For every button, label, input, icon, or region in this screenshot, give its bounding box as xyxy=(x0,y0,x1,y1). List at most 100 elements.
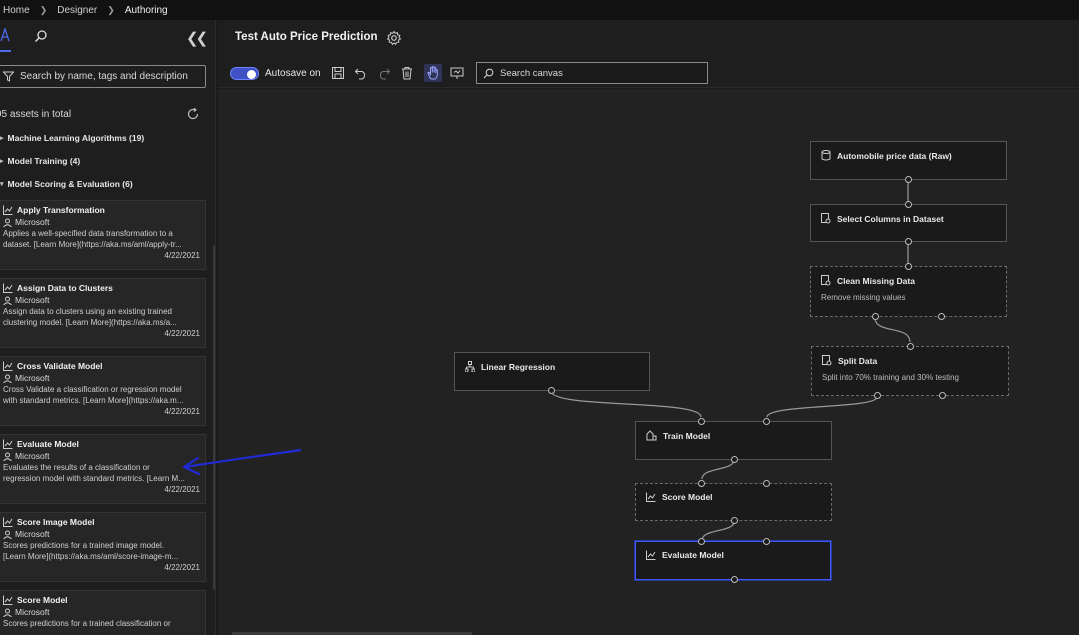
asset-date: 4/22/2021 xyxy=(164,485,200,494)
input-port[interactable] xyxy=(698,480,705,487)
output-port[interactable] xyxy=(872,313,879,320)
asset-title: Apply Transformation xyxy=(17,205,105,215)
node-title: Automobile price data (Raw) xyxy=(837,150,952,161)
node-subtitle: Remove missing values xyxy=(821,293,906,302)
node-automobile-price-data[interactable]: Automobile price data (Raw) xyxy=(810,141,1007,183)
input-port[interactable] xyxy=(763,418,770,425)
asset-list-scrollbar[interactable] xyxy=(213,245,215,590)
output-port[interactable] xyxy=(905,238,912,245)
asset-publisher: Microsoft xyxy=(15,373,50,383)
canvas-search-placeholder: Search canvas xyxy=(500,67,563,79)
breadcrumb-designer[interactable]: Designer xyxy=(57,5,97,16)
person-icon xyxy=(3,608,12,617)
input-port[interactable] xyxy=(905,201,912,208)
input-port[interactable] xyxy=(763,538,770,545)
asset-description: clustering model. [Learn More](https://a… xyxy=(3,318,177,327)
asset-publisher: Microsoft xyxy=(15,217,50,227)
module-icon xyxy=(3,595,13,605)
category-model-scoring-evaluation[interactable]: ▾ Model Scoring & Evaluation (6) xyxy=(0,179,133,189)
undo-icon[interactable] xyxy=(354,66,368,80)
node-evaluate-model[interactable]: Evaluate Model xyxy=(635,538,831,583)
node-title: Train Model xyxy=(663,430,711,441)
output-port[interactable] xyxy=(731,576,738,583)
output-port[interactable] xyxy=(938,313,945,320)
chevron-down-icon: ▾ xyxy=(0,181,4,188)
pipeline-header: Test Auto Price Prediction xyxy=(218,20,1079,58)
chevron-right-icon: ❯ xyxy=(107,4,115,15)
node-split-data[interactable]: Split Data Split into 70% training and 3… xyxy=(811,343,1009,399)
asset-publisher: Microsoft xyxy=(15,607,50,617)
node-clean-missing-data[interactable]: Clean Missing Data Remove missing values xyxy=(810,263,1007,320)
connection-line xyxy=(550,390,702,418)
collapse-panel-button[interactable]: ❮❮ xyxy=(186,29,208,47)
asset-library-icon xyxy=(0,26,10,42)
input-port[interactable] xyxy=(698,538,705,545)
node-score-model[interactable]: Score Model xyxy=(635,480,832,524)
node-title: Select Columns in Dataset xyxy=(837,213,944,224)
delete-icon[interactable] xyxy=(400,66,414,80)
asset-description: dataset. [Learn More](https://aka.ms/aml… xyxy=(3,240,182,249)
train-icon xyxy=(646,430,657,441)
asset-date: 4/22/2021 xyxy=(164,251,200,260)
asset-card-apply-transformation[interactable]: Apply Transformation Microsoft Applies a… xyxy=(0,200,206,270)
connection-line xyxy=(766,396,878,418)
asset-card-cross-validate-model[interactable]: Cross Validate Model Microsoft Cross Val… xyxy=(0,356,206,426)
category-model-training[interactable]: ▸ Model Training (4) xyxy=(0,156,80,166)
input-port[interactable] xyxy=(905,263,912,270)
node-train-model[interactable]: Train Model xyxy=(635,418,832,463)
double-chevron-left-icon: ❮❮ xyxy=(186,30,208,47)
autosave-toggle[interactable] xyxy=(230,67,259,80)
asset-publisher: Microsoft xyxy=(15,451,50,461)
module-icon xyxy=(3,205,13,215)
module-icon xyxy=(3,283,13,293)
input-port[interactable] xyxy=(698,418,705,425)
output-port[interactable] xyxy=(939,392,946,399)
presentation-icon[interactable] xyxy=(450,66,464,80)
module-icon xyxy=(646,550,656,560)
module-icon xyxy=(3,517,13,527)
asset-card-score-image-model[interactable]: Score Image Model Microsoft Scores predi… xyxy=(0,512,206,582)
node-linear-regression[interactable]: Linear Regression xyxy=(454,352,650,394)
node-title: Score Model xyxy=(662,492,713,502)
person-icon xyxy=(3,452,12,461)
node-select-columns-in-dataset[interactable]: Select Columns in Dataset xyxy=(810,201,1007,245)
asset-card-assign-data-to-clusters[interactable]: Assign Data to Clusters Microsoft Assign… xyxy=(0,278,206,348)
tab-asset-library[interactable] xyxy=(0,26,12,52)
asset-card-score-model[interactable]: Score Model Microsoft Scores predictions… xyxy=(0,590,206,635)
asset-date: 4/22/2021 xyxy=(164,563,200,572)
output-port[interactable] xyxy=(874,392,881,399)
asset-search-placeholder: Search by name, tags and description xyxy=(20,71,188,82)
page-title: Test Auto Price Prediction xyxy=(235,31,378,43)
module-icon xyxy=(3,361,13,371)
pan-hand-icon[interactable] xyxy=(424,64,442,82)
redo-icon[interactable] xyxy=(377,66,391,80)
output-port[interactable] xyxy=(731,456,738,463)
dataset-icon xyxy=(821,150,831,161)
save-icon[interactable] xyxy=(331,66,345,80)
asset-search-input[interactable]: Search by name, tags and description xyxy=(0,65,206,88)
refresh-icon[interactable] xyxy=(186,107,200,121)
category-machine-learning-algorithms[interactable]: ▸ Machine Learning Algorithms (19) xyxy=(0,133,144,143)
canvas-search-input[interactable]: Search canvas xyxy=(476,62,708,84)
output-port[interactable] xyxy=(731,517,738,524)
output-port[interactable] xyxy=(905,176,912,183)
breadcrumb-current: Authoring xyxy=(124,4,168,16)
asset-description: Evaluates the results of a classificatio… xyxy=(3,463,150,472)
autosave-label: Autosave on xyxy=(265,68,321,79)
breadcrumb-home[interactable]: Home xyxy=(3,5,30,16)
input-port[interactable] xyxy=(907,343,914,350)
pipeline-canvas[interactable]: Automobile price data (Raw) Select Colum… xyxy=(218,89,1079,635)
filter-icon xyxy=(3,71,14,82)
tab-search[interactable] xyxy=(34,29,50,45)
connection-line xyxy=(701,459,735,480)
annotation-arrow-icon xyxy=(182,448,302,476)
breadcrumb: Home ❯ Designer ❯ Authoring xyxy=(0,0,1079,20)
chevron-right-icon: ❯ xyxy=(39,4,48,15)
gear-icon[interactable] xyxy=(386,30,402,46)
module-icon xyxy=(646,492,656,502)
module-icon xyxy=(3,439,13,449)
asset-card-evaluate-model[interactable]: Evaluate Model Microsoft Evaluates the r… xyxy=(0,434,206,504)
connection-line xyxy=(874,317,911,343)
output-port[interactable] xyxy=(548,387,555,394)
input-port[interactable] xyxy=(763,480,770,487)
